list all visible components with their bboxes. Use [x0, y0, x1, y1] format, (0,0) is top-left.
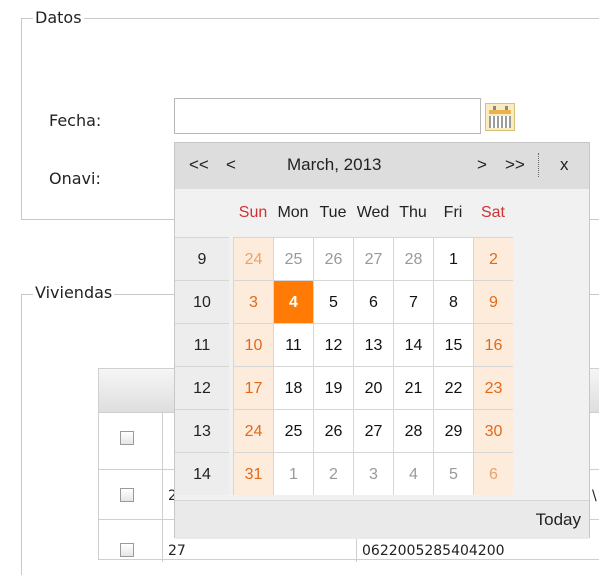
- calendar-picker-icon[interactable]: [485, 103, 515, 131]
- calendar-day[interactable]: 5: [313, 280, 353, 323]
- datos-legend: Datos: [33, 8, 84, 27]
- day-name-thu: Thu: [399, 204, 427, 221]
- nav-divider: [538, 153, 539, 177]
- calendar-day[interactable]: 1: [273, 452, 313, 495]
- calendar-day[interactable]: 21: [393, 366, 433, 409]
- calendar-day[interactable]: 5: [433, 452, 473, 495]
- calendar-day[interactable]: 28: [393, 409, 433, 452]
- calendar-day[interactable]: 23: [473, 366, 513, 409]
- next-month-button[interactable]: >: [477, 155, 487, 175]
- calendar-day[interactable]: 3: [233, 280, 273, 323]
- day-name-sat: Sat: [480, 204, 505, 221]
- month-title[interactable]: March, 2013: [287, 155, 382, 175]
- calendar-day[interactable]: 29: [433, 409, 473, 452]
- calendar-day[interactable]: 10: [233, 323, 273, 366]
- calendar-nav-bar: << < March, 2013 > >> x: [175, 143, 589, 189]
- calendar-day[interactable]: 15: [433, 323, 473, 366]
- viviendas-legend: Viviendas: [33, 283, 115, 302]
- day-name-sun: Sun: [238, 204, 268, 221]
- day-name-fri: Fri: [443, 204, 463, 221]
- table-cell: \: [592, 488, 597, 504]
- calendar-day[interactable]: 4: [273, 280, 313, 323]
- table-cell: 27: [168, 543, 186, 559]
- calendar-day[interactable]: 4: [393, 452, 433, 495]
- calendar-day[interactable]: 31: [233, 452, 273, 495]
- calendar-day[interactable]: 22: [433, 366, 473, 409]
- prev-year-button[interactable]: <<: [189, 155, 209, 175]
- calendar-day[interactable]: 12: [313, 323, 353, 366]
- calendar-day[interactable]: 24: [233, 409, 273, 452]
- calendar-popup: << < March, 2013 > >> x Sun Mon Tue Wed Thu F…: [174, 142, 590, 539]
- week-number: 13: [175, 409, 229, 452]
- calendar-day[interactable]: 20: [353, 366, 393, 409]
- calendar-day[interactable]: 17: [233, 366, 273, 409]
- fecha-input[interactable]: [174, 98, 481, 134]
- table-cell: 0622005285404200: [362, 543, 505, 559]
- calendar-day[interactable]: 8: [433, 280, 473, 323]
- calendar-day[interactable]: 6: [473, 452, 513, 495]
- calendar-day[interactable]: 27: [353, 237, 393, 280]
- week-number: 14: [175, 452, 229, 495]
- week-number: 9: [175, 237, 229, 280]
- calendar-day[interactable]: 2: [473, 237, 513, 280]
- calendar-day[interactable]: 30: [473, 409, 513, 452]
- select-all-checkbox[interactable]: [120, 431, 134, 445]
- calendar-day[interactable]: 18: [273, 366, 313, 409]
- week-number: 11: [175, 323, 229, 366]
- calendar-day[interactable]: 16: [473, 323, 513, 366]
- row-checkbox[interactable]: [120, 543, 134, 557]
- onavi-label: Onavi:: [49, 169, 101, 188]
- calendar-day[interactable]: 25: [273, 237, 313, 280]
- day-name-mon: Mon: [277, 204, 309, 221]
- calendar-day[interactable]: 13: [353, 323, 393, 366]
- calendar-day[interactable]: 14: [393, 323, 433, 366]
- calendar-day[interactable]: 7: [393, 280, 433, 323]
- calendar-day[interactable]: 26: [313, 409, 353, 452]
- fecha-label: Fecha:: [49, 111, 102, 130]
- week-number: 12: [175, 366, 229, 409]
- close-button[interactable]: x: [560, 155, 569, 175]
- calendar-day[interactable]: 28: [393, 237, 433, 280]
- next-year-button[interactable]: >>: [505, 155, 525, 175]
- today-button[interactable]: Today: [536, 510, 581, 530]
- prev-month-button[interactable]: <: [226, 155, 236, 175]
- day-name-wed: Wed: [356, 204, 390, 221]
- calendar-day[interactable]: 24: [233, 237, 273, 280]
- calendar-day[interactable]: 25: [273, 409, 313, 452]
- calendar-day[interactable]: 3: [353, 452, 393, 495]
- day-name-tue: Tue: [319, 204, 347, 221]
- calendar-day[interactable]: 26: [313, 237, 353, 280]
- calendar-footer: Today: [175, 500, 589, 539]
- calendar-day[interactable]: 9: [473, 280, 513, 323]
- week-number: 10: [175, 280, 229, 323]
- calendar-day[interactable]: 6: [353, 280, 393, 323]
- calendar-day[interactable]: 2: [313, 452, 353, 495]
- calendar-day[interactable]: 27: [353, 409, 393, 452]
- calendar-day[interactable]: 19: [313, 366, 353, 409]
- row-checkbox[interactable]: [120, 488, 134, 502]
- calendar-day[interactable]: 1: [433, 237, 473, 280]
- calendar-day[interactable]: 11: [273, 323, 313, 366]
